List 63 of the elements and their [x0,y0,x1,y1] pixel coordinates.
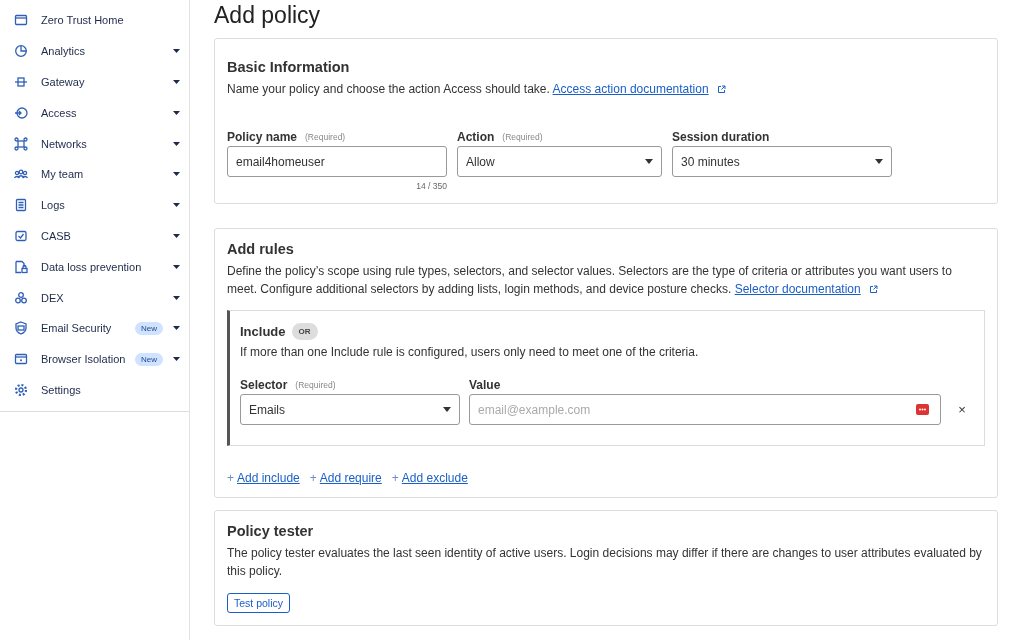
caret-icon [875,159,883,164]
field-label: Session duration [672,130,770,144]
section-title: Add rules [227,241,295,257]
email-input-field[interactable]: email@example.com [469,394,941,425]
field-label: Selector [240,378,288,392]
description: If more than one Include rule is configured, users only need to meet one of the criteria. [240,344,700,361]
pie-chart-icon [14,44,28,59]
sidebar-item[interactable]: Gateway [0,66,189,98]
documentation-link[interactable]: Access action documentation [552,82,709,96]
sidebar-item[interactable]: CASB [0,220,189,252]
dropdown[interactable]: 30 minutes [672,146,892,177]
sign-in-icon [14,105,28,120]
caret-icon [443,407,451,412]
required-note: (Required) [305,132,346,142]
shield-mail-icon [14,321,28,336]
dropdown[interactable]: Allow [457,146,662,177]
field-label: Value [469,378,501,392]
required-note: (Required) [295,380,336,390]
sidebar-item[interactable]: Settings [0,374,189,406]
document-lock-icon [14,259,28,274]
network-icon [14,136,28,151]
new-badge: New [135,321,163,335]
circles-icon [14,290,28,305]
remove-button[interactable]: × [950,394,974,425]
test-policy-button[interactable]: Test policy [227,593,291,613]
external-link-icon [716,85,726,94]
window-icon [14,13,28,28]
sidebar-item[interactable]: Logs [0,189,189,221]
password-manager-icon[interactable] [916,404,929,415]
description: Name your policy and choose the action Access should take. Access action documentation [227,80,985,98]
caret-icon [645,159,653,164]
section-title: Policy tester [227,523,315,539]
description: Define the policy’s scope using rule types, selectors, and selector values. Selectors are the type of criteria or attributes you want users to meet. Configure additional selectors by adding lists, login methods, and device posture checks. Selector documentation [227,263,953,298]
sidebar-item[interactable]: Email Security New [0,312,189,344]
add-rule-link[interactable]: + Add require [309,471,382,485]
page-title: Add policy [214,2,322,28]
or-badge: OR [291,323,318,340]
checkmark-icon [14,228,28,243]
description: The policy tester evaluates the last seen identity of active users. Login decisions may differ if there are changes to user attributes evaluated by this policy. [227,545,983,580]
required-note: (Required) [502,132,543,142]
sidebar-item[interactable]: Data loss prevention [0,251,189,283]
section-title: Basic Information [227,59,351,75]
sidebar-item[interactable]: Networks [0,128,189,159]
sidebar-item[interactable]: Browser Isolation New [0,343,189,375]
text-input-field[interactable]: email4homeuser [227,146,447,177]
dropdown[interactable]: Emails [240,394,460,425]
add-rule-link[interactable]: + Add exclude [391,471,468,485]
settings-icon [14,382,28,397]
browser-icon [14,352,28,367]
documentation-link[interactable]: Selector documentation [734,282,861,296]
list-icon [14,198,28,213]
field-label: Action [457,130,495,144]
sidebar-item[interactable]: Zero Trust Home [0,5,189,36]
field-label: Policy name [227,130,298,144]
character-counter: 14 / 350 [415,181,447,191]
external-link-icon [869,285,879,294]
sidebar-item[interactable]: My team [0,159,189,190]
sidebar-item[interactable]: DEX [0,282,189,313]
sidebar-item[interactable]: Access [0,97,189,129]
sidebar-item[interactable]: Analytics [0,35,189,67]
add-rule-link[interactable]: + Add include [227,471,300,485]
include-title: Include [240,324,286,339]
new-badge: New [135,352,163,366]
